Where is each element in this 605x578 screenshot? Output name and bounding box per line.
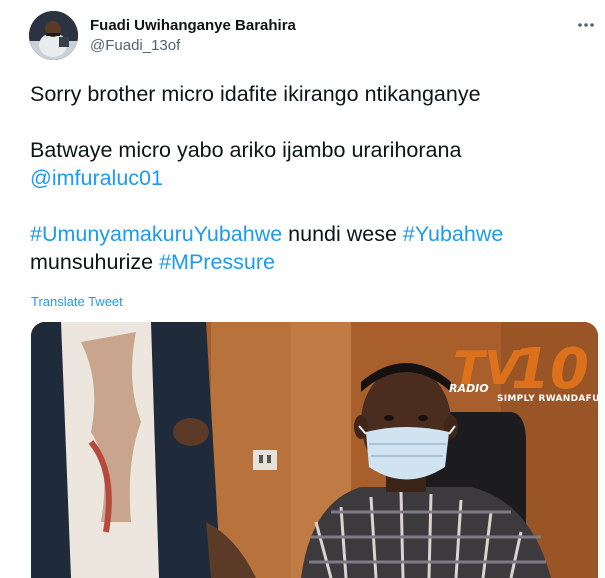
tweet-mid-text: nundi wese <box>282 222 403 246</box>
watermark-radio-text: RADIO <box>449 382 489 395</box>
hashtag-mpressure[interactable]: #MPressure <box>159 250 275 274</box>
author-display-name[interactable]: Fuadi Uwihanganye Barahira <box>90 16 296 35</box>
tweet-line-4-prefix: munsuhurize <box>30 250 160 274</box>
profile-avatar-icon <box>29 11 78 60</box>
tweet-line-2: Batwaye micro yabo ariko ijambo urarihor… <box>30 138 462 162</box>
watermark-tagline: SIMPLY RWANDAFUL <box>497 394 598 404</box>
author-handle[interactable]: @Fuadi_13of <box>90 36 296 56</box>
mention-link[interactable]: @imfuraluc01 <box>30 166 163 190</box>
avatar[interactable] <box>29 11 78 60</box>
tweet-card[interactable]: Fuadi Uwihanganye Barahira @Fuadi_13of S… <box>0 0 605 578</box>
hashtag-umunyamakuru[interactable]: #UmunyamakuruYubahwe <box>30 222 282 246</box>
hashtag-yubahwe[interactable]: #Yubahwe <box>403 222 503 246</box>
more-dots-icon[interactable] <box>575 14 597 36</box>
tweet-text: Sorry brother micro idafite ikirango nti… <box>30 80 590 276</box>
tweet-media[interactable]: TV 10 RADIO SIMPLY RWANDAFUL <box>31 322 598 578</box>
tweet-line-1: Sorry brother micro idafite ikirango nti… <box>30 82 481 106</box>
svg-text:10: 10 <box>511 340 589 402</box>
tv10-watermark-logo: TV 10 RADIO SIMPLY RWANDAFUL <box>449 340 598 410</box>
translate-tweet-link[interactable]: Translate Tweet <box>31 294 123 309</box>
author-info: Fuadi Uwihanganye Barahira @Fuadi_13of <box>90 16 296 56</box>
